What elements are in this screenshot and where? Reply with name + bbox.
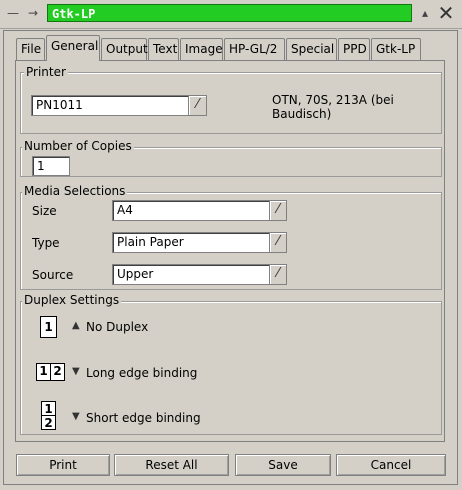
short-edge-icon: 1 [41,401,56,416]
printer-select-entry[interactable]: PN1011 [31,95,189,116]
radio-unselected-icon[interactable]: ▼ [72,411,80,423]
tab-file[interactable]: File [16,38,45,60]
printer-dropdown-button[interactable]: ⁄ [188,95,207,116]
title-bar: — → Gtk-LP ▴ ✕ [0,0,462,29]
printer-frame-label: Printer [24,65,68,79]
tab-hpgl2[interactable]: HP-GL/2 [224,38,285,60]
window-title: Gtk-LP [47,4,412,22]
size-dropdown-button[interactable]: ⁄ [269,200,287,221]
radio-selected-icon[interactable]: ▲ [72,320,80,332]
long-edge-page-2: 2 [50,363,65,381]
tab-gtklp[interactable]: Gtk-LP [371,38,421,60]
tab-output[interactable]: Output [101,38,148,60]
dropdown-arrow-icon: ⁄ [276,234,280,249]
dropdown-arrow-icon: ⁄ [196,97,199,112]
media-frame-label: Media Selections [22,184,128,198]
dropdown-arrow-icon: ⁄ [276,266,280,281]
single-page-icon: 1 [40,316,57,338]
size-select-entry[interactable]: A4 [112,200,270,221]
duplex-option-short-edge[interactable]: Short edge binding [86,411,201,425]
tab-text[interactable]: Text [148,38,179,60]
restore-icon[interactable]: ▴ [418,6,432,20]
tab-general[interactable]: General [46,35,100,61]
close-x-icon[interactable]: ✕ [436,3,456,23]
type-label: Type [32,236,60,250]
cancel-button[interactable]: Cancel [336,454,446,476]
printer-description: OTN, 70S, 213A (bei Baudisch) [272,93,394,121]
save-button[interactable]: Save [235,454,331,476]
size-label: Size [32,204,57,218]
pin-icon[interactable]: → [26,6,40,20]
duplex-frame [20,301,442,435]
radio-unselected-icon[interactable]: ▼ [72,366,80,378]
long-edge-icon: 1 [36,363,51,381]
dropdown-arrow-icon: ⁄ [276,202,280,217]
duplex-option-no-duplex[interactable]: No Duplex [86,320,148,334]
tab-special[interactable]: Special [286,38,337,60]
reset-all-button[interactable]: Reset All [114,454,229,476]
tab-ppd[interactable]: PPD [338,38,370,60]
short-edge-page-2: 2 [41,415,56,430]
source-label: Source [32,268,74,282]
type-select-entry[interactable]: Plain Paper [112,232,270,253]
tab-image[interactable]: Image [180,38,223,60]
duplex-option-long-edge[interactable]: Long edge binding [86,366,197,380]
print-button[interactable]: Print [16,454,110,476]
type-dropdown-button[interactable]: ⁄ [269,232,287,253]
minus-icon[interactable]: — [6,6,20,20]
source-dropdown-button[interactable]: ⁄ [269,264,287,285]
copies-input[interactable]: 1 [32,156,70,176]
source-select-entry[interactable]: Upper [112,264,270,285]
copies-frame-label: Number of Copies [22,139,134,153]
duplex-frame-label: Duplex Settings [22,293,122,307]
